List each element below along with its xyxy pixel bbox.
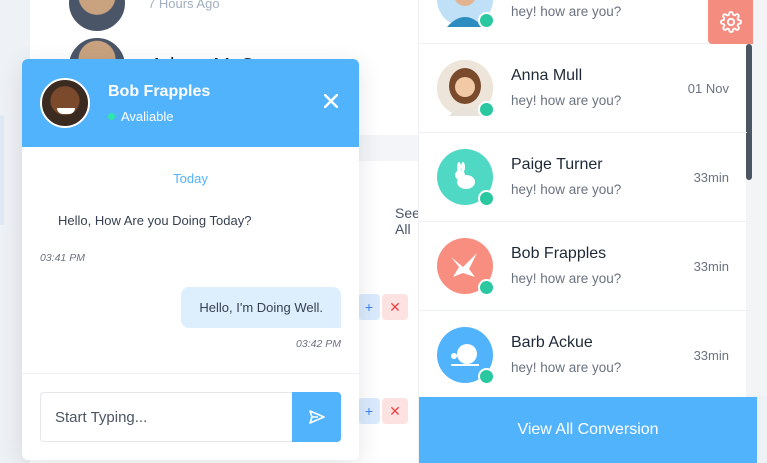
add-button[interactable]: +	[358, 398, 380, 424]
add-button[interactable]: +	[358, 294, 380, 320]
avatar	[437, 0, 495, 29]
chat-body[interactable]: Today Hello, How Are you Doing Today? 03…	[22, 147, 359, 373]
send-icon	[308, 410, 325, 424]
contact-item[interactable]: hey! how are you? 1	[419, 0, 747, 44]
message-time: 03:42 PM	[296, 338, 341, 350]
contact-name: Bob Frapples	[511, 245, 607, 262]
contact-message: hey! how are you?	[511, 182, 622, 197]
contact-name: Anna Mull	[511, 67, 583, 84]
chat-status-label: Avaliable	[121, 108, 174, 124]
bg-item-time: 7 Hours Ago	[148, 0, 220, 11]
contact-message: hey! how are you?	[511, 360, 622, 375]
contact-message: hey! how are you?	[511, 93, 622, 108]
contact-item[interactable]: Bob Frapples hey! how are you? 33min	[419, 222, 747, 311]
chat-header: Bob Frapples Avaliable	[22, 59, 359, 147]
avatar	[437, 60, 495, 118]
bg-list-item[interactable]: 7 Hours Ago	[66, 0, 220, 34]
bird-icon	[451, 253, 477, 277]
contact-message: hey! how are you?	[511, 4, 622, 19]
online-indicator	[478, 12, 495, 29]
incoming-message: Hello, How Are you Doing Today?	[58, 213, 252, 228]
contact-item[interactable]: Barb Ackue hey! how are you? 33min	[419, 311, 747, 400]
chat-contact-name: Bob Frapples	[108, 82, 211, 100]
snail-icon	[451, 344, 479, 366]
chat-window: Bob Frapples Avaliable Today Hello, How …	[22, 59, 359, 460]
contact-time: 33min	[693, 170, 729, 185]
view-all-conversations-button[interactable]: View All Conversion	[419, 397, 757, 463]
chat-composer	[22, 373, 359, 460]
outgoing-message: Hello, I'm Doing Well.	[181, 287, 341, 328]
avatar	[437, 238, 495, 296]
settings-button[interactable]	[708, 0, 753, 44]
contact-name: Paige Turner	[511, 156, 603, 173]
gear-icon	[719, 11, 742, 33]
avatar	[66, 0, 128, 34]
see-all-link[interactable]: See All	[395, 205, 420, 237]
message-time: 03:41 PM	[40, 252, 85, 264]
contact-time: 01 Nov	[687, 81, 729, 96]
contact-name: Barb Ackue	[511, 334, 593, 351]
contact-time: 33min	[693, 348, 729, 363]
contact-item[interactable]: Paige Turner hey! how are you? 33min	[419, 133, 747, 222]
send-button[interactable]	[292, 392, 341, 442]
rabbit-icon	[455, 162, 475, 189]
online-indicator	[478, 190, 495, 207]
message-input[interactable]	[40, 392, 292, 442]
remove-button[interactable]: ✕	[382, 398, 408, 424]
contact-time: 33min	[693, 259, 729, 274]
online-indicator	[478, 279, 495, 296]
avatar	[437, 327, 495, 385]
close-button[interactable]	[321, 91, 341, 111]
left-strip	[0, 115, 4, 225]
avatar	[40, 78, 90, 128]
date-separator: Today	[173, 171, 208, 186]
contact-item[interactable]: Anna Mull hey! how are you? 01 Nov	[419, 44, 747, 133]
remove-button[interactable]: ✕	[382, 294, 408, 320]
contact-message: hey! how are you?	[511, 271, 622, 286]
status-dot	[108, 112, 115, 120]
avatar	[437, 149, 495, 207]
contacts-panel: hey! how are you? 1 Anna Mull hey! how a…	[418, 0, 757, 463]
close-icon	[323, 93, 339, 109]
online-indicator	[478, 101, 495, 118]
online-indicator	[478, 368, 495, 385]
chat-status: Avaliable	[108, 109, 210, 124]
